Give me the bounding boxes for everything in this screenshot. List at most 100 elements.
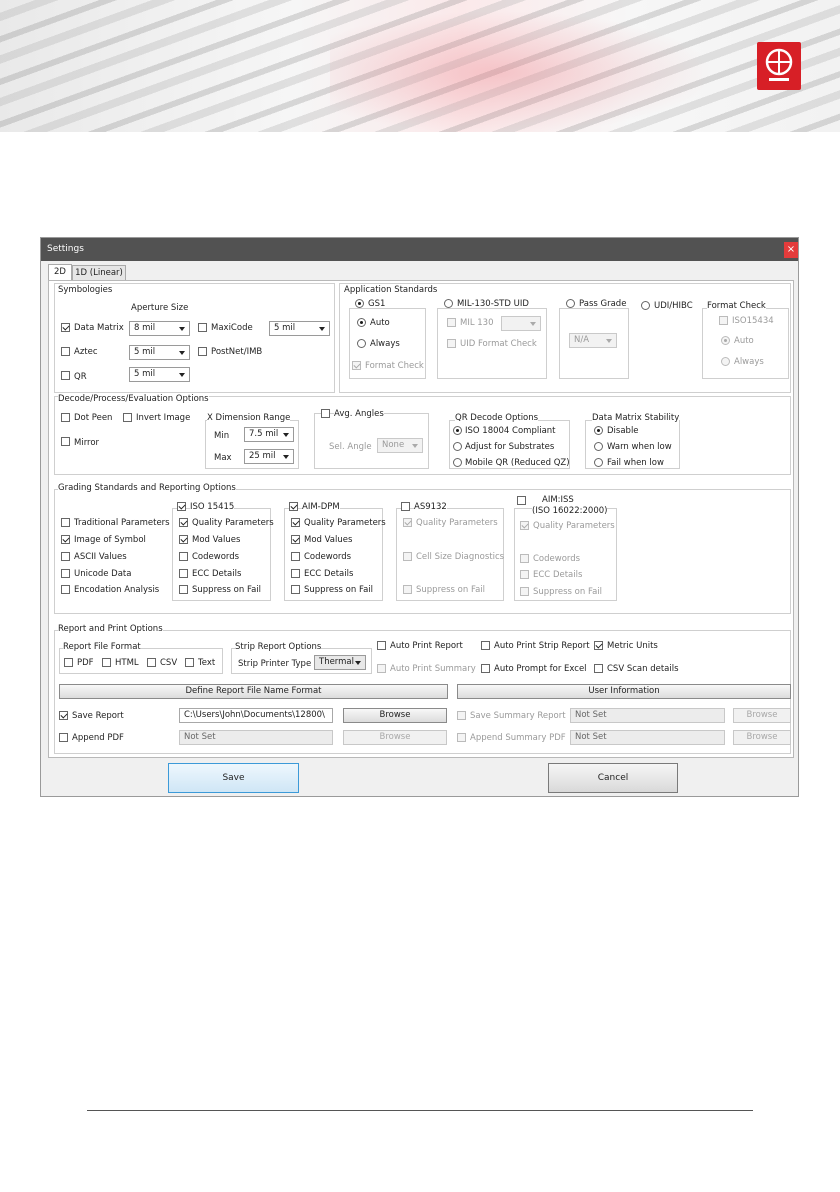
as-quality-checkbox[interactable] <box>403 518 412 527</box>
save-button[interactable]: Save <box>168 763 299 793</box>
html-checkbox[interactable] <box>102 658 111 667</box>
append-pdf-browse-button[interactable]: Browse <box>343 730 447 745</box>
uid-format-check-checkbox[interactable] <box>447 339 456 348</box>
aztec-aperture-value: 5 mil <box>134 347 156 357</box>
pdf-checkbox[interactable] <box>64 658 73 667</box>
aztec-checkbox[interactable] <box>61 347 70 356</box>
aim-quality-checkbox[interactable] <box>291 518 300 527</box>
qr-iso18004-radio[interactable] <box>453 426 462 435</box>
image-of-symbol-checkbox[interactable] <box>61 535 70 544</box>
strip-printer-type-select[interactable]: Thermal <box>314 655 366 670</box>
append-summary-checkbox[interactable] <box>457 733 466 742</box>
dm-stability-title: Data Matrix Stability <box>592 413 680 423</box>
dm-disable-radio[interactable] <box>594 426 603 435</box>
udi-hibc-radio[interactable] <box>641 301 650 310</box>
sel-angle-select[interactable]: None <box>377 438 423 453</box>
mil130-checkbox[interactable] <box>447 318 456 327</box>
append-summary-browse-button[interactable]: Browse <box>733 730 791 745</box>
iss-codewords-checkbox[interactable] <box>520 554 529 563</box>
as9132-checkbox[interactable] <box>401 502 410 511</box>
maxicode-checkbox[interactable] <box>198 323 207 332</box>
postnet-checkbox[interactable] <box>198 347 207 356</box>
invert-image-checkbox[interactable] <box>123 413 132 422</box>
aimiss-checkbox[interactable] <box>517 496 526 505</box>
save-summary-label: Save Summary Report <box>470 711 566 721</box>
dot-peen-checkbox[interactable] <box>61 413 70 422</box>
aimdpm-checkbox[interactable] <box>289 502 298 511</box>
iso-ecc-checkbox[interactable] <box>179 569 188 578</box>
auto-print-report-checkbox[interactable] <box>377 641 386 650</box>
auto-print-summary-checkbox[interactable] <box>377 664 386 673</box>
encodation-analysis-label: Encodation Analysis <box>74 585 160 595</box>
aim-ecc-checkbox[interactable] <box>291 569 300 578</box>
tab-2d[interactable]: 2D <box>48 264 72 281</box>
close-button[interactable]: × <box>784 242 798 258</box>
auto-print-strip-checkbox[interactable] <box>481 641 490 650</box>
csv-checkbox[interactable] <box>147 658 156 667</box>
unicode-data-checkbox[interactable] <box>61 569 70 578</box>
as-cell-size-checkbox[interactable] <box>403 552 412 561</box>
qr-checkbox[interactable] <box>61 371 70 380</box>
aztec-aperture-select[interactable]: 5 mil <box>129 345 190 360</box>
iss-suppress-checkbox[interactable] <box>520 587 529 596</box>
dm-warn-radio[interactable] <box>594 442 603 451</box>
as-suppress-checkbox[interactable] <box>403 585 412 594</box>
iso-codewords-checkbox[interactable] <box>179 552 188 561</box>
cancel-button[interactable]: Cancel <box>548 763 678 793</box>
auto-prompt-excel-checkbox[interactable] <box>481 664 490 673</box>
xdim-min-label: Min <box>214 431 230 441</box>
csv-scan-details-checkbox[interactable] <box>594 664 603 673</box>
gs1-radio[interactable] <box>355 299 364 308</box>
ascii-values-checkbox[interactable] <box>61 552 70 561</box>
mil-130-radio[interactable] <box>444 299 453 308</box>
append-pdf-path-field[interactable]: Not Set <box>179 730 333 745</box>
traditional-params-checkbox[interactable] <box>61 518 70 527</box>
iso-suppress-checkbox[interactable] <box>179 585 188 594</box>
chevron-down-icon <box>530 322 536 326</box>
save-report-browse-button[interactable]: Browse <box>343 708 447 723</box>
qr-aperture-select[interactable]: 5 mil <box>129 367 190 382</box>
gs1-auto-radio[interactable] <box>357 318 366 327</box>
maxicode-aperture-select[interactable]: 5 mil <box>269 321 330 336</box>
aim-mod-values-checkbox[interactable] <box>291 535 300 544</box>
pass-grade-select[interactable]: N/A <box>569 333 617 348</box>
user-information-button[interactable]: User Information <box>457 684 791 699</box>
encodation-analysis-checkbox[interactable] <box>61 585 70 594</box>
gs1-always-radio[interactable] <box>357 339 366 348</box>
append-pdf-checkbox[interactable] <box>59 733 68 742</box>
mirror-checkbox[interactable] <box>61 437 70 446</box>
save-summary-browse-button[interactable]: Browse <box>733 708 791 723</box>
iso-mod-values-checkbox[interactable] <box>179 535 188 544</box>
metric-units-checkbox[interactable] <box>594 641 603 650</box>
gs1-format-check-checkbox[interactable] <box>352 361 361 370</box>
format-always-radio[interactable] <box>721 357 730 366</box>
text-checkbox[interactable] <box>185 658 194 667</box>
aim-suppress-checkbox[interactable] <box>291 585 300 594</box>
xdim-max-select[interactable]: 25 mil <box>244 449 294 464</box>
pass-grade-radio[interactable] <box>566 299 575 308</box>
iso15415-checkbox[interactable] <box>177 502 186 511</box>
save-summary-path-field[interactable]: Not Set <box>570 708 725 723</box>
save-summary-checkbox[interactable] <box>457 711 466 720</box>
avg-angles-checkbox[interactable] <box>321 409 330 418</box>
qr-mobile-radio[interactable] <box>453 458 462 467</box>
auto-print-report-label: Auto Print Report <box>390 641 463 651</box>
qr-substrates-radio[interactable] <box>453 442 462 451</box>
iso15434-checkbox[interactable] <box>719 316 728 325</box>
iss-quality-checkbox[interactable] <box>520 521 529 530</box>
format-auto-label: Auto <box>734 336 754 346</box>
iso-quality-checkbox[interactable] <box>179 518 188 527</box>
tab-1d-linear[interactable]: 1D (Linear) <box>72 265 126 280</box>
dm-fail-radio[interactable] <box>594 458 603 467</box>
data-matrix-aperture-select[interactable]: 8 mil <box>129 321 190 336</box>
mil130-select[interactable] <box>501 316 541 331</box>
append-summary-path-field[interactable]: Not Set <box>570 730 725 745</box>
xdim-min-select[interactable]: 7.5 mil <box>244 427 294 442</box>
define-file-name-format-button[interactable]: Define Report File Name Format <box>59 684 448 699</box>
save-report-checkbox[interactable] <box>59 711 68 720</box>
data-matrix-checkbox[interactable] <box>61 323 70 332</box>
iss-ecc-checkbox[interactable] <box>520 570 529 579</box>
save-report-path-field[interactable]: C:\Users\John\Documents\12800\ <box>179 708 333 723</box>
format-auto-radio[interactable] <box>721 336 730 345</box>
aim-codewords-checkbox[interactable] <box>291 552 300 561</box>
